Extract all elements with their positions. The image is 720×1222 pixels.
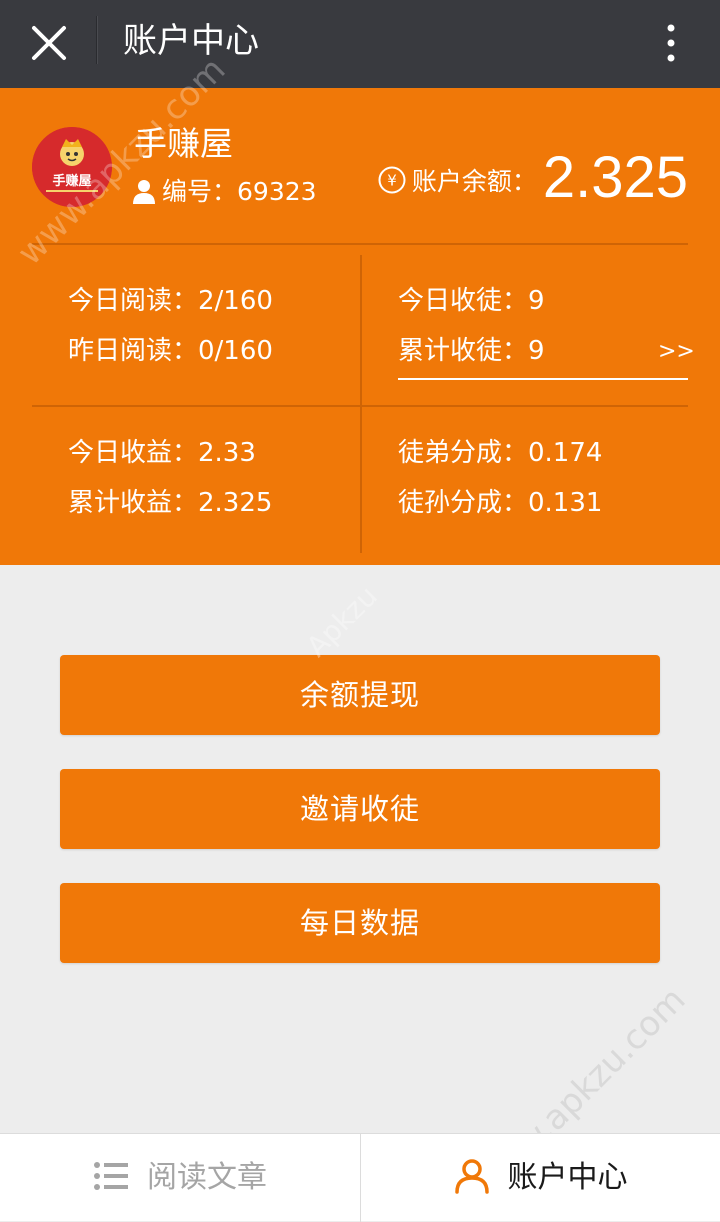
today-income-stat: 今日收益：2.33 — [68, 438, 256, 468]
app-name: 手赚屋 — [134, 124, 233, 163]
svg-text:¥: ¥ — [387, 172, 397, 190]
user-id-label: 编号： — [162, 177, 238, 206]
app-logo-avatar: 手赚屋 — [32, 127, 112, 207]
daily-data-button[interactable]: 每日数据 — [60, 883, 660, 963]
avatar-logo-text: 手赚屋 — [52, 173, 91, 189]
user-icon — [132, 179, 156, 205]
close-icon[interactable] — [26, 20, 72, 66]
total-recruit-link[interactable]: 累计收徒：9 — [398, 335, 545, 367]
account-summary-card: 手赚屋 手赚屋 编号： 69323 ¥ 账户余额： 2.325 今日阅读：2/1… — [0, 88, 720, 565]
user-outline-icon — [454, 1158, 490, 1198]
grand-apprentice-share-stat: 徒孙分成：0.131 — [398, 488, 603, 518]
page-title: 账户中心 — [123, 21, 259, 61]
tab-read-articles[interactable]: 阅读文章 — [0, 1134, 360, 1222]
top-navigation-bar: 账户中心 — [0, 0, 720, 88]
yen-coin-icon: ¥ — [378, 166, 406, 194]
invite-apprentice-button[interactable]: 邀请收徒 — [60, 769, 660, 849]
divider — [360, 255, 362, 553]
today-read-stat: 今日阅读：2/160 — [68, 286, 273, 316]
balance-amount: 2.325 — [542, 145, 688, 210]
tab-account-center[interactable]: 账户中心 — [361, 1134, 720, 1222]
apprentice-share-stat: 徒弟分成：0.174 — [398, 438, 603, 468]
yesterday-read-stat: 昨日阅读：0/160 — [68, 336, 273, 366]
topbar-divider — [96, 16, 97, 64]
recruit-details-link[interactable]: >> — [658, 338, 695, 366]
watermark-text: Apkzu — [300, 579, 384, 664]
tab-account-center-label: 账户中心 — [507, 1160, 628, 1195]
bottom-tab-bar: 阅读文章 账户中心 — [0, 1133, 720, 1222]
balance-label: 账户余额： — [411, 167, 537, 196]
divider — [32, 243, 688, 245]
user-id: 编号： 69323 — [132, 174, 317, 210]
total-income-stat: 累计收益：2.325 — [68, 488, 273, 518]
divider — [32, 405, 688, 407]
tab-read-articles-label: 阅读文章 — [147, 1160, 267, 1195]
today-recruit-stat: 今日收徒：9 — [398, 286, 545, 316]
withdraw-button[interactable]: 余额提现 — [60, 655, 660, 735]
user-id-value: 69323 — [237, 177, 317, 206]
account-balance: ¥ 账户余额： 2.325 — [378, 146, 688, 210]
more-options-icon[interactable] — [664, 20, 678, 66]
recruit-link-underline — [398, 378, 688, 380]
list-icon — [93, 1160, 129, 1196]
